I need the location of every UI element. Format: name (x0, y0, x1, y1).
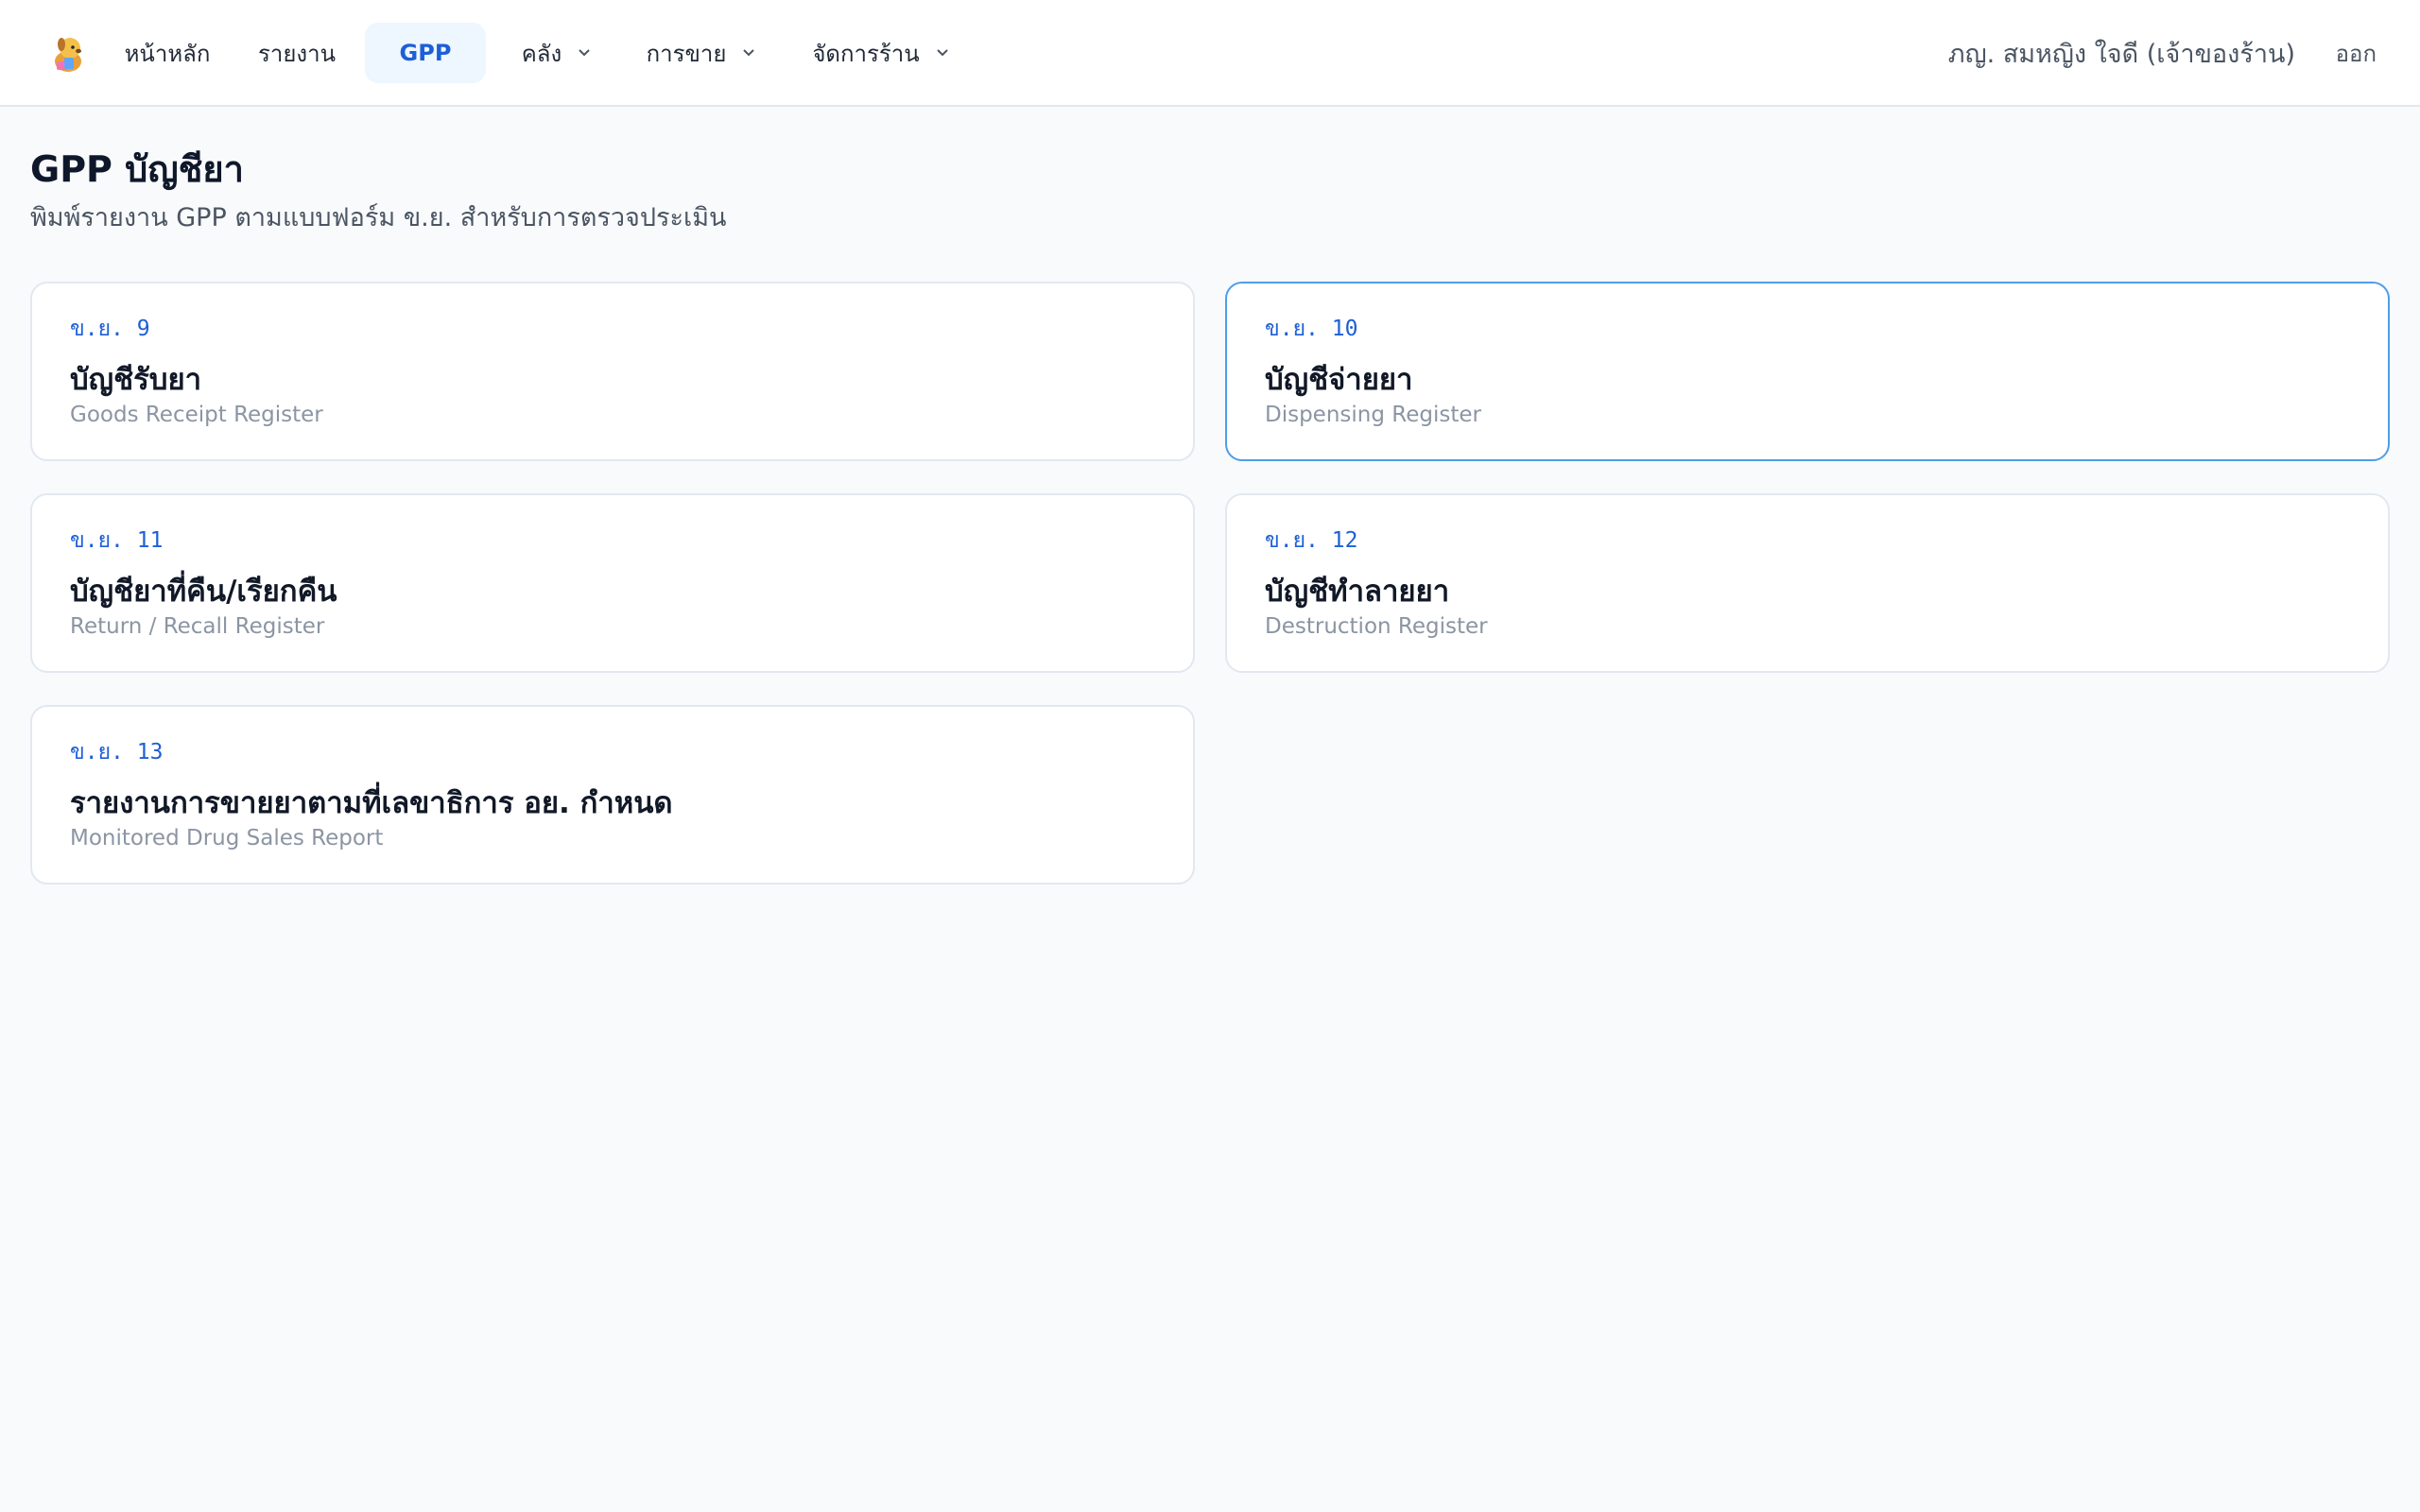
nav-inventory-label: คลัง (521, 40, 562, 67)
nav-gpp[interactable]: GPP (365, 23, 486, 83)
page-subtitle: พิมพ์รายงาน GPP ตามแบบฟอร์ม ข.ย. สำหรับก… (30, 203, 727, 232)
nav-sales-label: การขาย (646, 40, 727, 67)
report-code: ข.ย. 10 (1265, 317, 1358, 341)
page-title: GPP บัญชียา (30, 148, 245, 190)
report-code: ข.ย. 11 (70, 528, 164, 553)
chevron-down-icon (579, 49, 590, 57)
report-card-ky10[interactable]: ข.ย. 10 บัญชีจ่ายยา Dispensing Register (1225, 282, 2390, 461)
report-name: บัญชีจ่ายยา (1265, 363, 1413, 397)
report-card-ky13[interactable]: ข.ย. 13 รายงานการขายยาตามที่เลขาธิการ อย… (30, 705, 1195, 885)
chevron-down-icon (743, 49, 755, 57)
report-english-name: Goods Receipt Register (70, 403, 323, 427)
report-name: บัญชีรับยา (70, 363, 202, 397)
logout-button[interactable]: ออก (2336, 30, 2377, 76)
user-name: ภญ. สมหญิง ใจดี (เจ้าของร้าน) (1947, 39, 2295, 69)
nav-store-management[interactable]: จัดการร้าน (800, 23, 964, 83)
report-card-ky9[interactable]: ข.ย. 9 บัญชีรับยา Goods Receipt Register (30, 282, 1195, 461)
nav-home[interactable]: หน้าหลัก (112, 23, 223, 83)
nav-reports-label: รายงาน (257, 40, 337, 67)
report-name: บัญชีทำลายยา (1265, 575, 1450, 609)
report-name: บัญชียาที่คืน/เรียกคืน (70, 575, 337, 609)
report-code: ข.ย. 12 (1265, 528, 1358, 553)
dog-mascot-icon[interactable] (47, 33, 89, 75)
report-english-name: Destruction Register (1265, 614, 1488, 639)
report-code: ข.ย. 9 (70, 317, 150, 341)
nav-gpp-label: GPP (399, 40, 452, 66)
nav-sales[interactable]: การขาย (635, 23, 769, 83)
report-english-name: Dispensing Register (1265, 403, 1481, 427)
report-english-name: Monitored Drug Sales Report (70, 826, 384, 850)
report-card-ky11[interactable]: ข.ย. 11 บัญชียาที่คืน/เรียกคืน Return / … (30, 493, 1195, 673)
report-code: ข.ย. 13 (70, 740, 164, 765)
report-card-ky12[interactable]: ข.ย. 12 บัญชีทำลายยา Destruction Registe… (1225, 493, 2390, 673)
top-navbar: หน้าหลัก รายงาน GPP คลัง การขาย จัดการร้… (0, 0, 2420, 107)
report-name: รายงานการขายยาตามที่เลขาธิการ อย. กำหนด (70, 786, 673, 820)
nav-home-label: หน้าหลัก (124, 40, 211, 67)
chevron-down-icon (936, 49, 948, 57)
nav-inventory[interactable]: คลัง (501, 23, 614, 83)
report-english-name: Return / Recall Register (70, 614, 325, 639)
nav-store-management-label: จัดการร้าน (812, 40, 920, 67)
nav-reports[interactable]: รายงาน (242, 23, 352, 83)
